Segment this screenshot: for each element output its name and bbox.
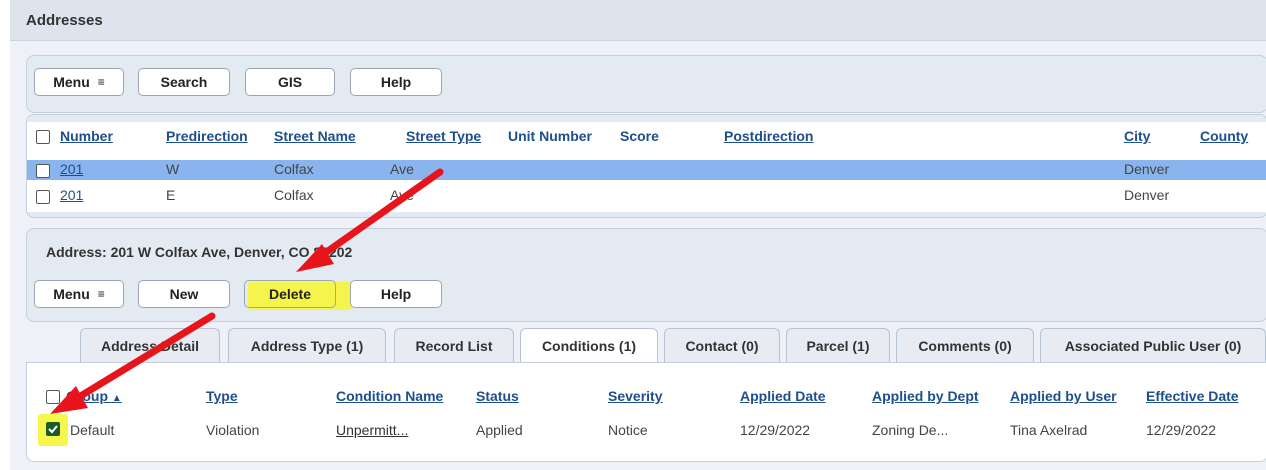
sort-ascending-icon: ▲ [111, 393, 122, 404]
tab-address-detail[interactable]: Address Detail [80, 328, 220, 362]
row-city: Denver [1124, 187, 1170, 203]
cond-applied-by-dept: Zoning De... [872, 422, 949, 438]
col-street-type[interactable]: Street Type [406, 128, 481, 144]
address-label: Address: 201 W Colfax Ave, Denver, CO 80… [46, 244, 353, 260]
cond-applied-date: 12/29/2022 [740, 422, 811, 438]
row-street-type: Ave [390, 187, 414, 203]
gis-button[interactable]: GIS [245, 68, 335, 96]
cond-severity: Notice [608, 422, 648, 438]
new-button[interactable]: New [138, 280, 230, 308]
row-checkbox[interactable] [36, 164, 50, 178]
delete-button[interactable]: Delete [244, 280, 336, 308]
col-predirection[interactable]: Predirection [166, 128, 248, 144]
row-street-name: Colfax [274, 187, 314, 203]
conditions-card [26, 362, 1266, 462]
tab-associated-public-user[interactable]: Associated Public User (0) [1040, 328, 1266, 362]
menu-lines-icon: ≡ [97, 287, 105, 301]
row-street-type: Ave [390, 161, 414, 177]
detail-help-button[interactable]: Help [350, 280, 442, 308]
row-predirection: E [166, 187, 176, 203]
col-street-name[interactable]: Street Name [274, 128, 356, 144]
col-effective-date[interactable]: Effective Date [1146, 388, 1239, 404]
menu-lines-icon: ≡ [97, 75, 105, 89]
row-checkbox[interactable] [36, 190, 50, 204]
table-row[interactable] [27, 160, 1266, 180]
tab-conditions[interactable]: Conditions (1) [520, 328, 658, 363]
col-city[interactable]: City [1124, 128, 1150, 144]
tab-comments[interactable]: Comments (0) [896, 328, 1034, 362]
detail-menu-button[interactable]: Menu ≡ [34, 280, 124, 308]
row-predirection: W [166, 161, 180, 177]
select-all-checkbox[interactable] [36, 130, 50, 144]
col-status[interactable]: Status [476, 388, 519, 404]
col-score: Score [620, 128, 659, 144]
tab-record-list[interactable]: Record List [394, 328, 514, 362]
row-street-name: Colfax [274, 161, 314, 177]
col-unit-number: Unit Number [508, 128, 592, 144]
col-county[interactable]: County [1200, 128, 1248, 144]
col-severity[interactable]: Severity [608, 388, 662, 404]
check-icon [48, 425, 58, 434]
row-checkbox-checked[interactable] [46, 422, 60, 436]
row-number-link[interactable]: 201 [60, 161, 83, 177]
col-applied-by-user[interactable]: Applied by User [1010, 388, 1117, 404]
row-number-link[interactable]: 201 [60, 187, 83, 203]
section-header: Addresses [10, 0, 1266, 41]
col-applied-by-dept[interactable]: Applied by Dept [872, 388, 979, 404]
tab-parcel[interactable]: Parcel (1) [786, 328, 890, 362]
menu-button[interactable]: Menu ≡ [34, 68, 124, 96]
tab-contact[interactable]: Contact (0) [664, 328, 780, 362]
section-title: Addresses [26, 12, 103, 29]
tab-address-type[interactable]: Address Type (1) [228, 328, 386, 362]
col-group[interactable]: Group ▲ [66, 388, 122, 404]
col-applied-date[interactable]: Applied Date [740, 388, 826, 404]
cond-applied-by-user: Tina Axelrad [1010, 422, 1088, 438]
cond-type: Violation [206, 422, 260, 438]
col-number[interactable]: Number [60, 128, 113, 144]
cond-group: Default [70, 422, 115, 438]
cond-status: Applied [476, 422, 523, 438]
row-city: Denver [1124, 161, 1170, 177]
help-button[interactable]: Help [350, 68, 442, 96]
col-postdirection[interactable]: Postdirection [724, 128, 813, 144]
col-type[interactable]: Type [206, 388, 238, 404]
select-all-checkbox[interactable] [46, 390, 60, 404]
cond-condition-name-link[interactable]: Unpermitt... [336, 422, 408, 438]
col-condition-name[interactable]: Condition Name [336, 388, 443, 404]
cond-effective-date: 12/29/2022 [1146, 422, 1217, 438]
search-button[interactable]: Search [138, 68, 230, 96]
